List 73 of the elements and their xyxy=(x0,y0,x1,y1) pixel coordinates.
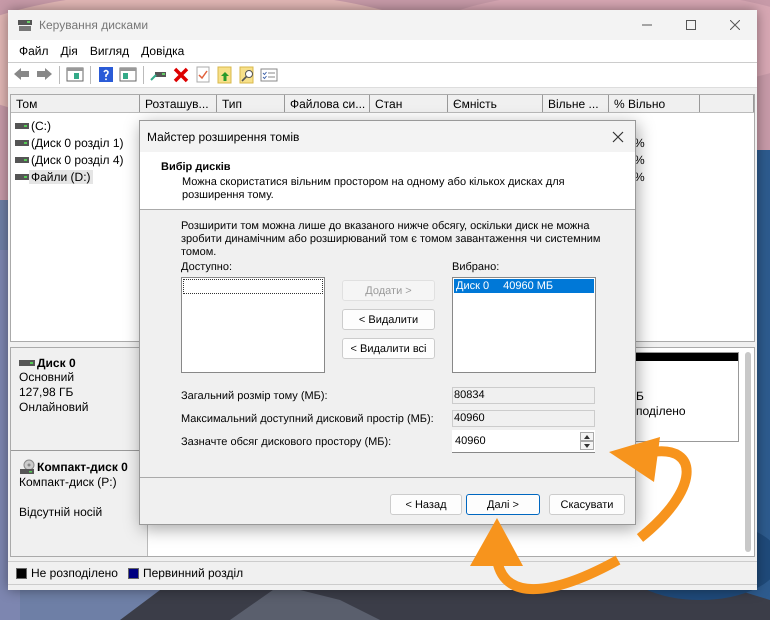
disk-size: 40960 МБ xyxy=(503,280,554,292)
field-label: Зазначте обсяг дискового простору (МБ): xyxy=(181,436,392,448)
column-header[interactable]: Стан xyxy=(370,95,448,112)
close-icon xyxy=(730,20,740,30)
legend-label: Не розподілено xyxy=(31,566,118,580)
dialog-title: Майстер розширення томів xyxy=(147,130,300,144)
menu-item[interactable]: Дія xyxy=(56,44,83,58)
column-header[interactable]: Тип xyxy=(217,95,285,112)
disk-name: Диск 0 xyxy=(37,356,76,370)
cd-drive-icon xyxy=(19,459,37,475)
folder-up-icon[interactable] xyxy=(216,66,234,84)
disk-status: Онлайновий xyxy=(19,400,90,415)
list-label: Вибрано: xyxy=(452,261,500,273)
spin-up-button[interactable] xyxy=(580,432,594,441)
search-folder-icon[interactable] xyxy=(238,66,256,84)
help-icon[interactable] xyxy=(97,66,115,84)
field-label: Загальний розмір тому (МБ): xyxy=(181,390,329,402)
disk-drive-icon xyxy=(17,18,33,32)
dialog-button[interactable]: Скасувати xyxy=(549,494,625,515)
volume-name[interactable]: Файли (D:) xyxy=(29,170,93,184)
available-disks-list[interactable] xyxy=(181,277,325,373)
disk-size: 127,98 ГБ xyxy=(19,385,74,400)
delete-icon[interactable] xyxy=(172,66,190,84)
up-arrow-icon xyxy=(584,434,590,438)
drive-icon xyxy=(15,156,29,164)
disk-type: Основний xyxy=(19,370,76,385)
drive-icon xyxy=(15,172,29,180)
panel-icon[interactable] xyxy=(119,66,137,84)
menu-item[interactable]: Довідка xyxy=(136,44,190,58)
legend-label: Первинний розділ xyxy=(142,566,244,580)
info-text: Розширити том можна лише до вказаного нижче обсягу, оскільки диск не можна зробити динамічним або розширюваний том є томом завантаження чи системним томом. xyxy=(181,220,601,259)
down-arrow-icon xyxy=(584,444,590,448)
scrollbar[interactable] xyxy=(745,352,751,552)
column-header[interactable]: Вільне ... xyxy=(543,95,609,112)
disk-name: Диск 0 xyxy=(456,280,490,292)
volume-name[interactable]: (Диск 0 розділ 4) xyxy=(29,152,126,166)
readonly-field: 80834 xyxy=(452,387,595,404)
list-item[interactable]: Диск 0 40960 МБ xyxy=(454,279,594,293)
column-header[interactable]: Ємність xyxy=(448,95,543,112)
window-title: Керування дисками xyxy=(39,18,150,32)
close-icon xyxy=(612,130,624,142)
partition-text: поділено xyxy=(636,404,686,419)
checked-page-icon[interactable] xyxy=(194,66,212,84)
drive-icon xyxy=(15,122,29,130)
volume-name[interactable]: (C:) xyxy=(29,118,53,132)
volume-name[interactable]: (Диск 0 розділ 1) xyxy=(29,136,126,150)
drive-icon xyxy=(19,359,37,367)
column-header[interactable]: Розташув... xyxy=(140,95,217,112)
move-button[interactable]: < Видалити всі xyxy=(342,338,435,359)
list-label: Доступно: xyxy=(181,261,234,273)
panel-icon[interactable] xyxy=(66,66,84,84)
selected-disks-list[interactable]: Диск 0 40960 МБ xyxy=(452,277,596,373)
step-heading: Вибір дисків xyxy=(161,161,232,173)
number-field[interactable]: 40960 xyxy=(452,430,579,453)
column-header[interactable]: Том xyxy=(11,95,140,112)
menu-item[interactable]: Файл xyxy=(14,44,54,58)
maximize-icon xyxy=(686,20,696,30)
menu-item[interactable]: Вигляд xyxy=(84,44,134,58)
dialog-button[interactable]: < Назад xyxy=(390,494,462,515)
partition-text: Б xyxy=(636,389,644,404)
column-header[interactable]: % Вільно xyxy=(609,95,700,112)
readonly-field: 40960 xyxy=(452,410,595,427)
dialog-button[interactable]: Далі > xyxy=(466,494,540,515)
disk-status: Відсутній носій xyxy=(19,505,104,520)
spin-down-button[interactable] xyxy=(580,441,594,450)
step-description: Можна скористатися вільним простором на одному або кількох дисках для розширення тому. xyxy=(182,176,566,202)
field-label: Максимальний доступний дисковий простір (МБ): xyxy=(181,412,435,424)
disk-type: Компакт-диск (P:) xyxy=(19,475,118,490)
disk-name: Компакт-диск 0 xyxy=(37,460,128,474)
checklist-icon[interactable] xyxy=(260,66,278,84)
drive-icon xyxy=(15,138,29,146)
move-button[interactable]: < Видалити xyxy=(342,309,435,330)
column-header[interactable]: Файлова си... xyxy=(285,95,370,112)
